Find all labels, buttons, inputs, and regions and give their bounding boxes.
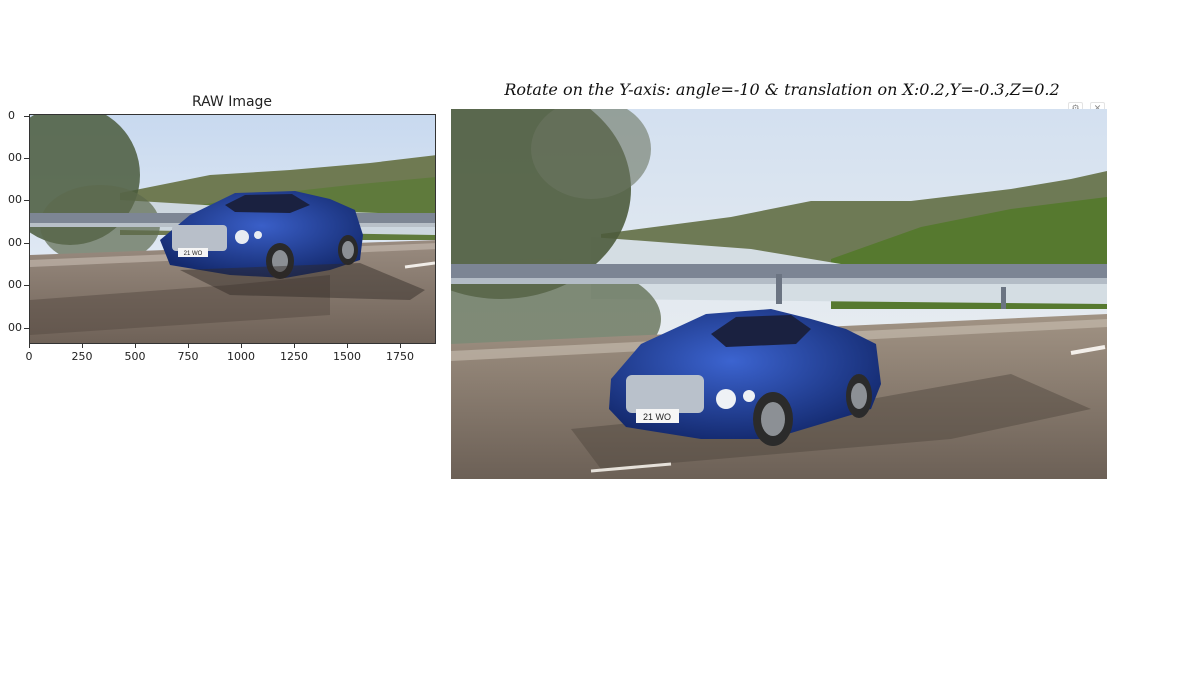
y-tick-label: 00 [8,193,22,206]
raw-plate-text: 21 WO [184,251,203,257]
rotation-title: Rotate on the Y-axis: angle=-10 & transl… [504,80,1060,99]
rotated-car-image: 21 WO [451,109,1107,479]
x-tick-label: 0 [25,350,33,363]
raw-image-title: RAW Image [191,94,273,110]
x-tick-mark [241,344,242,348]
x-tick-mark [294,344,295,348]
x-tick-label: 1500 [333,350,361,363]
rotated-car-photo: 21 WO [451,109,1107,479]
x-tick-mark [188,344,189,348]
x-tick-mark [400,344,401,348]
x-tick-mark [135,344,136,348]
x-tick-label: 250 [71,350,93,363]
y-tick-label: 00 [8,236,22,249]
x-tick-label: 1250 [280,350,308,363]
x-tick-mark [29,344,30,348]
y-tick-label: 00 [8,151,22,164]
y-tick-label: 00 [8,278,22,291]
x-tick-label: 1750 [386,350,414,363]
x-tick-mark [82,344,83,348]
rotated-plate-text: 21 WO [643,412,671,422]
x-tick-label: 1000 [227,350,255,363]
y-tick-label: 0 [8,109,15,122]
x-tick-label: 750 [177,350,199,363]
raw-car-photo: 21 WO [30,115,435,343]
x-tick-label: 500 [124,350,146,363]
raw-image-axes: 21 WO [29,114,436,344]
y-tick-label: 00 [8,321,22,334]
x-tick-mark [347,344,348,348]
